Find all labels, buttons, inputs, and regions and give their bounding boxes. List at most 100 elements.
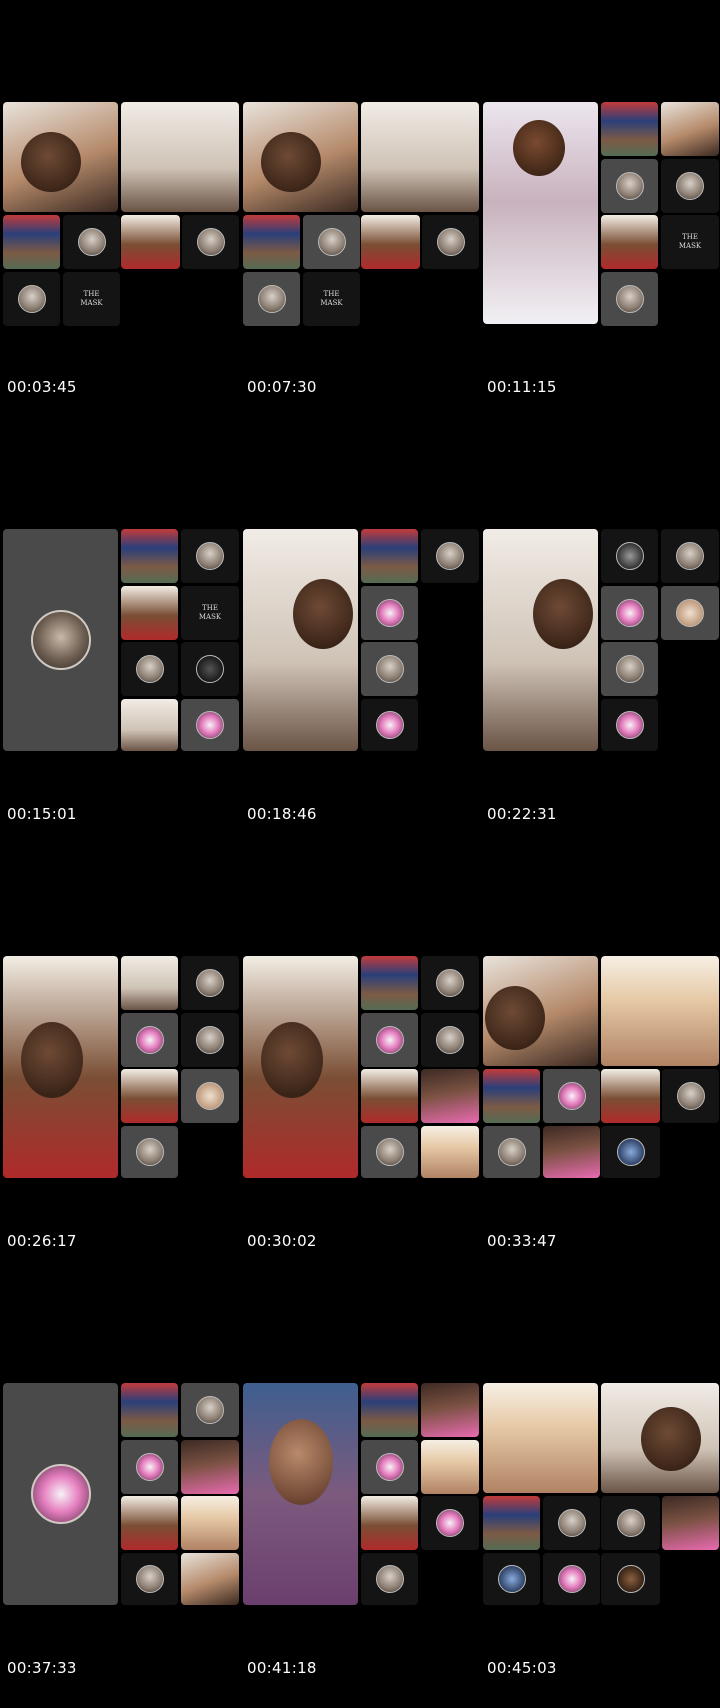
participant-tile: [361, 529, 418, 583]
participant-tile: THE MASK: [661, 215, 719, 269]
participant-tile: [361, 215, 420, 269]
participant-tile: [601, 699, 658, 751]
avatar: [30, 1464, 91, 1524]
participant-tile: [661, 102, 719, 156]
video-call-grid: THE MASK: [3, 529, 239, 759]
participant-tile: [361, 102, 479, 212]
video-call-grid: [483, 956, 719, 1186]
avatar: [436, 1509, 464, 1537]
avatar: [676, 172, 704, 200]
participant-tile: [361, 586, 418, 640]
participant-tile: [361, 956, 418, 1010]
avatar: [196, 1026, 224, 1054]
participant-tile: [483, 1553, 540, 1605]
avatar: [676, 1082, 705, 1110]
timestamp: 00:30:02: [247, 1232, 317, 1250]
avatar: [196, 542, 224, 570]
participant-tile: [601, 1069, 660, 1123]
participant-tile: [661, 586, 719, 640]
avatar: [375, 599, 404, 627]
participant-tile: [121, 1126, 178, 1178]
video-call-grid: [243, 1383, 479, 1613]
avatar: [375, 1026, 404, 1054]
participant-tile: [361, 1553, 418, 1605]
participant-tile: [3, 102, 118, 212]
participant-tile: [601, 272, 658, 326]
participant-tile: [3, 215, 60, 269]
avatar: [77, 228, 106, 256]
participant-tile: [601, 102, 658, 156]
participant-tile: [3, 529, 118, 751]
participant-tile: [421, 1496, 479, 1550]
participant-tile: [121, 102, 239, 212]
participant-tile: [181, 1496, 239, 1550]
timestamp: 00:03:45: [7, 378, 77, 396]
video-call-grid: [243, 956, 479, 1186]
participant-tile: [243, 272, 300, 326]
participant-tile: [181, 1069, 239, 1123]
avatar: [375, 1453, 404, 1481]
avatar: [436, 969, 464, 997]
participant-tile: [421, 529, 479, 583]
timestamp: 00:11:15: [487, 378, 557, 396]
participant-tile: [601, 1553, 660, 1605]
participant-tile: [361, 699, 418, 751]
avatar: [676, 542, 704, 570]
participant-tile: [361, 642, 418, 696]
avatar: [196, 711, 224, 739]
timestamp: 00:41:18: [247, 1659, 317, 1677]
participant-tile: [483, 1126, 540, 1178]
participant-tile: [121, 1013, 178, 1067]
participant-tile: [243, 215, 300, 269]
participant-tile: [483, 529, 598, 751]
video-call-grid: [483, 529, 719, 759]
participant-tile: [121, 1440, 178, 1494]
avatar: [615, 655, 644, 683]
participant-tile: [121, 529, 178, 583]
video-call-grid: THE MASK: [3, 102, 239, 332]
participant-tile: [483, 1069, 540, 1123]
participant-tile: [662, 1069, 719, 1123]
participant-tile: [421, 1383, 479, 1437]
participant-tile: [543, 1069, 600, 1123]
mask-logo-icon: THE MASK: [678, 233, 702, 250]
participant-tile: [63, 215, 120, 269]
participant-tile: [601, 642, 658, 696]
participant-tile: [601, 1383, 719, 1493]
participant-tile: [421, 1069, 479, 1123]
participant-tile: [181, 956, 239, 1010]
participant-tile: [483, 1383, 598, 1493]
avatar: [196, 1396, 224, 1424]
video-call-grid: THE MASK: [483, 102, 719, 332]
avatar: [135, 1453, 164, 1481]
video-call-grid: [3, 956, 239, 1186]
avatar: [615, 599, 644, 627]
mask-logo-icon: THE MASK: [80, 290, 103, 307]
timestamp: 00:15:01: [7, 805, 77, 823]
participant-tile: [421, 1126, 479, 1178]
participant-tile: [181, 1553, 239, 1605]
avatar: [196, 228, 225, 256]
participant-tile: [421, 956, 479, 1010]
participant-tile: [121, 956, 178, 1010]
avatar: [196, 1082, 224, 1110]
avatar: [557, 1509, 586, 1537]
participant-tile: THE MASK: [303, 272, 360, 326]
participant-tile: [483, 102, 598, 324]
participant-tile: [121, 1069, 178, 1123]
avatar: [375, 1565, 404, 1593]
participant-tile: [601, 159, 658, 213]
participant-tile: [121, 1553, 178, 1605]
video-call-grid: [243, 529, 479, 759]
avatar: [135, 1565, 164, 1593]
participant-tile: [3, 1383, 118, 1605]
avatar: [436, 228, 465, 256]
participant-tile: [121, 642, 178, 696]
participant-tile: THE MASK: [63, 272, 120, 326]
participant-tile: [121, 215, 180, 269]
avatar: [615, 285, 644, 313]
avatar: [196, 969, 224, 997]
avatar: [615, 172, 644, 200]
participant-tile: [243, 102, 358, 212]
participant-tile: [543, 1553, 600, 1605]
